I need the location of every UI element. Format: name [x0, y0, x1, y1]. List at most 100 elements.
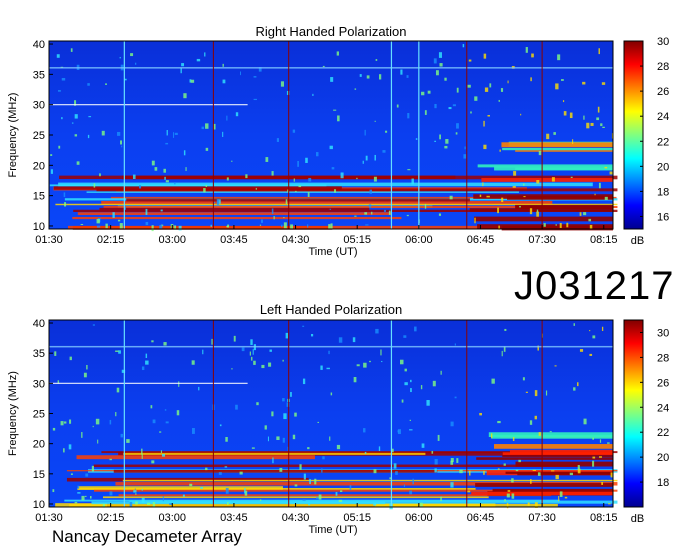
noise-speck [439, 134, 441, 140]
noise-speck [292, 129, 296, 133]
x-tick-label: 01:30 [35, 512, 63, 524]
noise-speck [421, 91, 425, 96]
noise-speck [336, 444, 341, 450]
noise-speck [369, 189, 372, 194]
noise-speck [271, 171, 274, 176]
colorbar-tick-label: 30 [657, 36, 669, 48]
noise-speck [251, 356, 253, 361]
noise-speck [81, 432, 83, 438]
noise-speck [456, 87, 459, 93]
noise-speck [161, 453, 166, 457]
noise-speck [283, 217, 285, 219]
noise-speck [534, 390, 538, 397]
noise-speck [240, 71, 242, 76]
noise-speck [383, 209, 387, 212]
noise-speck [583, 115, 585, 120]
noise-speck [577, 468, 581, 474]
noise-speck [152, 502, 156, 507]
noise-speck [329, 145, 333, 150]
noise-speck [404, 382, 408, 386]
noise-speck [225, 487, 229, 494]
noise-speck [380, 349, 382, 356]
noise-speck [244, 488, 246, 494]
noise-speck [316, 152, 319, 157]
noise-speck [322, 456, 325, 460]
noise-speck [228, 501, 231, 504]
noise-speck [599, 439, 602, 443]
noise-speck [227, 224, 230, 228]
noise-speck [58, 145, 61, 149]
noise-speck [92, 425, 94, 428]
noise-speck [151, 225, 154, 232]
noise-speck [222, 131, 224, 137]
noise-speck [265, 157, 269, 162]
noise-speck [421, 443, 425, 448]
noise-speck [431, 450, 434, 454]
noise-speck [512, 186, 516, 188]
noise-speck [134, 62, 137, 65]
noise-speck [85, 473, 89, 477]
late-emission-band [473, 216, 613, 222]
noise-speck [359, 74, 362, 77]
rfi-line [49, 345, 613, 348]
instrument-label: Nancay Decameter Array [52, 527, 242, 546]
noise-speck [487, 114, 490, 117]
noise-speck [449, 195, 453, 200]
noise-speck [80, 224, 84, 226]
noise-speck [307, 192, 310, 197]
noise-speck [205, 184, 208, 187]
noise-speck [54, 351, 57, 356]
noise-speck [183, 150, 186, 156]
noise-speck [513, 171, 517, 176]
noise-speck [555, 224, 557, 226]
noise-speck [450, 482, 454, 488]
noise-speck [174, 132, 178, 135]
noise-speck [141, 488, 143, 491]
noise-speck [512, 437, 515, 442]
noise-speck [491, 378, 495, 384]
noise-speck [601, 82, 606, 85]
noise-speck [420, 385, 423, 390]
noise-speck [96, 225, 101, 228]
noise-speck [497, 420, 501, 424]
noise-speck [579, 349, 584, 352]
noise-speck [320, 365, 323, 370]
noise-speck [52, 427, 56, 431]
noise-speck [362, 160, 364, 164]
noise-speck [484, 87, 489, 92]
x-tick-label: 01:30 [35, 234, 63, 246]
noise-speck [454, 343, 456, 346]
y-tick-label: 20 [33, 439, 45, 451]
noise-speck [309, 479, 311, 485]
noise-speck [583, 212, 587, 216]
noise-speck [84, 495, 87, 497]
noise-speck [393, 463, 397, 469]
noise-speck [318, 494, 322, 500]
emission-band [69, 503, 558, 507]
noise-speck [282, 437, 285, 443]
noise-speck [164, 409, 167, 411]
late-emission-band [507, 196, 613, 200]
noise-speck [561, 79, 564, 81]
noise-speck [250, 339, 253, 345]
noise-speck [368, 204, 372, 208]
noise-speck [381, 360, 383, 363]
noise-speck [564, 496, 568, 499]
noise-speck [497, 468, 500, 470]
noise-speck [109, 491, 113, 496]
observation-id: J031217 [514, 264, 675, 308]
noise-speck [145, 353, 148, 359]
noise-speck [610, 472, 613, 478]
noise-speck [333, 109, 337, 111]
panel-title: Right Handed Polarization [255, 24, 406, 39]
noise-speck [586, 122, 590, 129]
noise-speck [310, 333, 314, 337]
noise-speck [434, 103, 437, 109]
noise-speck [573, 323, 575, 326]
noise-speck [141, 497, 145, 504]
x-tick-label: 08:15 [590, 234, 618, 246]
noise-speck [160, 209, 163, 212]
noise-speck [302, 499, 306, 501]
y-tick-label: 35 [33, 69, 45, 81]
noise-speck [292, 434, 296, 440]
